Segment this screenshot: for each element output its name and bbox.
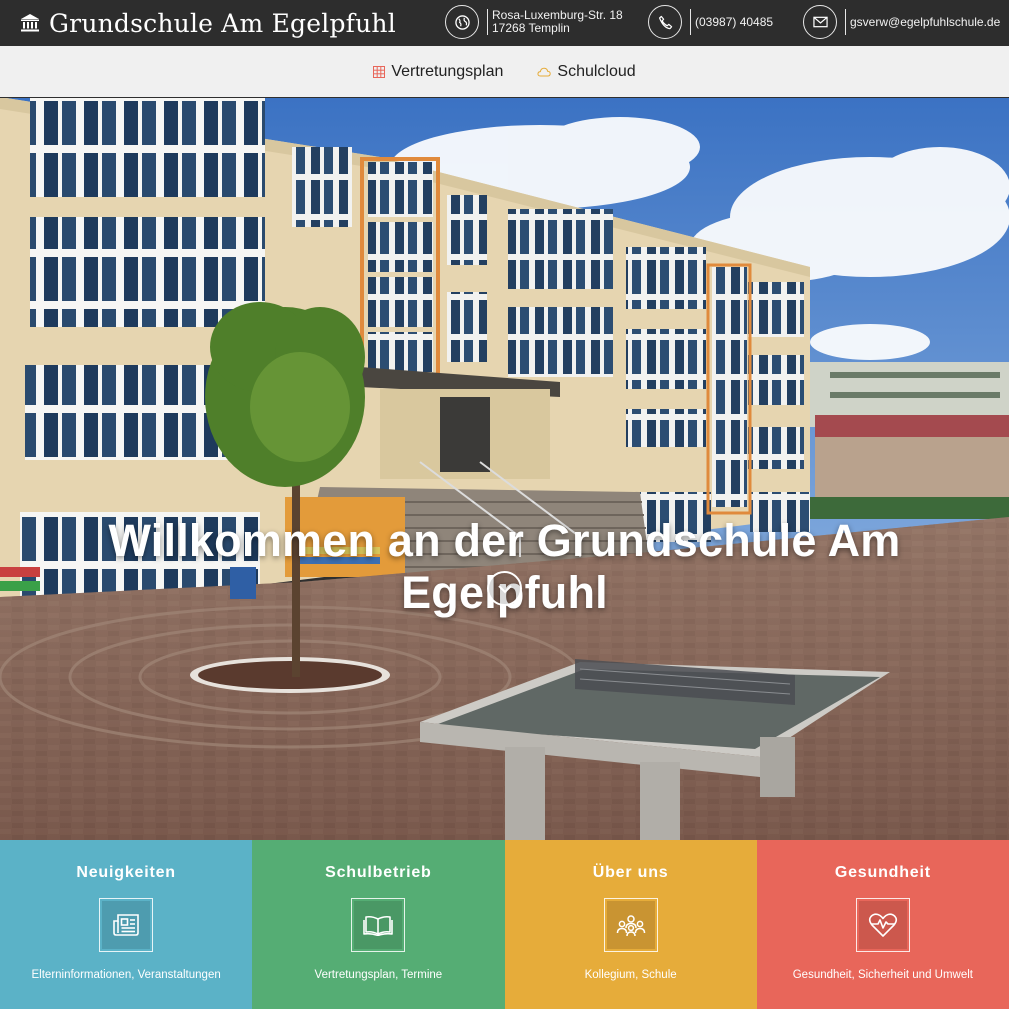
chevron-down-icon	[497, 584, 512, 593]
divider	[487, 9, 488, 35]
email-contact[interactable]: gsverw@egelpfuhlschule.de	[803, 5, 1000, 39]
hero-banner: Willkommen an der Grundschule Am Egelpfu…	[0, 97, 1009, 840]
grid-icon	[373, 65, 386, 78]
phone-button[interactable]	[648, 5, 682, 39]
tile-icon-frame	[603, 898, 658, 952]
newspaper-icon	[113, 914, 139, 936]
phone-number: (03987) 40485	[695, 14, 774, 29]
category-tiles: Neuigkeiten Elterninformationen, Veranst…	[0, 840, 1009, 1009]
people-group-icon	[616, 915, 645, 937]
tile-subtitle: Kollegium, Schule	[584, 969, 677, 981]
divider	[845, 9, 846, 35]
top-bar: Grundschule Am Egelpfuhl Rosa-Luxemburg-…	[0, 0, 1009, 46]
nav-label: Vertretungsplan	[391, 62, 504, 80]
address-contact[interactable]: Rosa-Luxemburg-Str. 18 17268 Templin	[445, 5, 623, 39]
phone-contact[interactable]: (03987) 40485	[648, 5, 773, 39]
nav-item-vertretungsplan[interactable]: Vertretungsplan	[373, 63, 503, 81]
tile-subtitle: Gesundheit, Sicherheit und Umwelt	[792, 969, 973, 981]
tile-neuigkeiten[interactable]: Neuigkeiten Elterninformationen, Veranst…	[0, 840, 253, 1009]
nav-label: Schulcloud	[557, 62, 636, 80]
address-text: Rosa-Luxemburg-Str. 18 17268 Templin	[492, 9, 623, 35]
nav-item-schulcloud[interactable]: Schulcloud	[537, 62, 636, 81]
globe-button[interactable]	[445, 5, 479, 39]
open-book-icon	[363, 915, 394, 936]
tile-title: Über uns	[592, 864, 669, 881]
tile-icon-frame	[351, 898, 406, 952]
tile-gesundheit[interactable]: Gesundheit Gesundheit, Sicherheit und Um…	[756, 840, 1009, 1009]
cloud-icon	[537, 67, 552, 76]
tile-title: Schulbetrieb	[325, 864, 432, 881]
divider	[690, 9, 691, 35]
tile-subtitle: Elterninformationen, Veranstaltungen	[31, 969, 221, 981]
school-name: Grundschule Am Egelpfuhl	[49, 8, 396, 38]
brand[interactable]: Grundschule Am Egelpfuhl	[20, 0, 396, 46]
heart-pulse-icon	[868, 913, 897, 937]
scroll-down-button[interactable]	[487, 571, 522, 606]
building-icon	[21, 14, 39, 32]
tile-icon-frame	[855, 898, 910, 952]
tile-title: Neuigkeiten	[76, 864, 176, 881]
phone-icon	[658, 15, 672, 29]
email-address: gsverw@egelpfuhlschule.de	[850, 14, 1001, 29]
email-button[interactable]	[803, 5, 837, 39]
tile-schulbetrieb[interactable]: Schulbetrieb Vertretungsplan, Termine	[252, 840, 505, 1009]
school-building-photo	[0, 97, 1009, 840]
tile-ueber-uns[interactable]: Über uns Kollegium, Schule	[504, 840, 757, 1009]
envelope-icon	[812, 16, 828, 28]
tile-icon-frame	[99, 898, 154, 952]
tile-title: Gesundheit	[834, 864, 931, 881]
tile-subtitle: Vertretungsplan, Termine	[314, 969, 443, 981]
main-navigation: Vertretungsplan Schulcloud	[0, 46, 1009, 98]
globe-icon	[454, 14, 470, 30]
address-city: 17268 Templin	[492, 21, 570, 35]
